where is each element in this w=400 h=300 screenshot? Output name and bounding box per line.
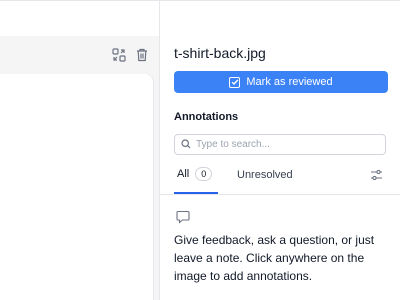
check-icon (229, 76, 241, 88)
compare-icon[interactable] (111, 47, 127, 63)
tab-all-label: All (177, 168, 190, 180)
review-button-label: Mark as reviewed (246, 76, 333, 88)
annotation-tabs: All 0 Unresolved (160, 163, 400, 195)
trash-icon[interactable] (134, 47, 150, 63)
search-icon (181, 136, 191, 154)
file-name: t-shirt-back.jpg (174, 45, 266, 61)
annotations-title: Annotations (174, 111, 239, 123)
active-tab-indicator (174, 192, 218, 194)
search-box[interactable] (174, 134, 386, 155)
image-viewer-area (0, 0, 159, 300)
tab-unresolved[interactable]: Unresolved (237, 169, 293, 181)
panel-top-bar (160, 0, 400, 36)
search-input[interactable] (196, 139, 376, 150)
count-badge: 0 (195, 167, 213, 181)
filter-settings-icon[interactable] (368, 167, 384, 183)
image-canvas[interactable] (0, 74, 153, 300)
annotation-panel: t-shirt-back.jpg Mark as reviewed Annota… (159, 0, 400, 300)
empty-state-message: Give feedback, ask a question, or just l… (174, 233, 375, 283)
viewer-top-bar (0, 0, 159, 36)
viewer-toolbar (0, 36, 159, 74)
tab-all[interactable]: All 0 (177, 167, 213, 181)
comment-icon (176, 210, 190, 224)
mark-as-reviewed-button[interactable]: Mark as reviewed (174, 71, 388, 93)
